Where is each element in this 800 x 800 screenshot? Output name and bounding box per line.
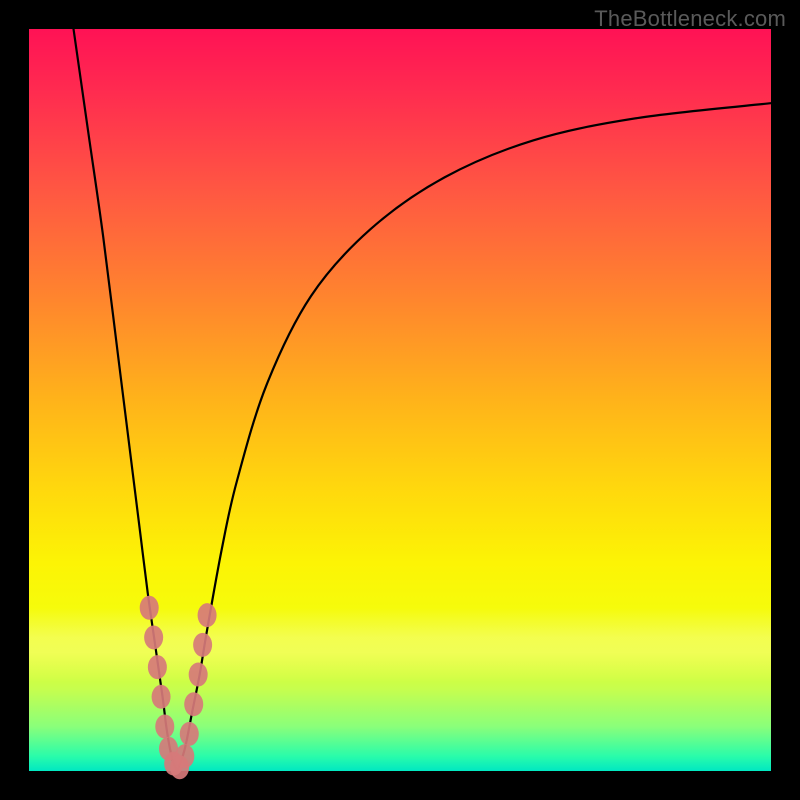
data-marker [193,633,212,657]
data-marker [198,603,217,627]
data-marker [152,685,171,709]
curve-right-branch [177,103,771,771]
data-marker [175,744,194,768]
plot-area [29,29,771,771]
data-marker [180,722,199,746]
data-marker [155,714,174,738]
curve-layer [29,29,771,771]
data-marker [140,596,159,620]
data-marker [148,655,167,679]
data-marker [189,663,208,687]
data-marker [144,625,163,649]
watermark-text: TheBottleneck.com [594,6,786,32]
data-marker [184,692,203,716]
chart-frame: TheBottleneck.com [0,0,800,800]
